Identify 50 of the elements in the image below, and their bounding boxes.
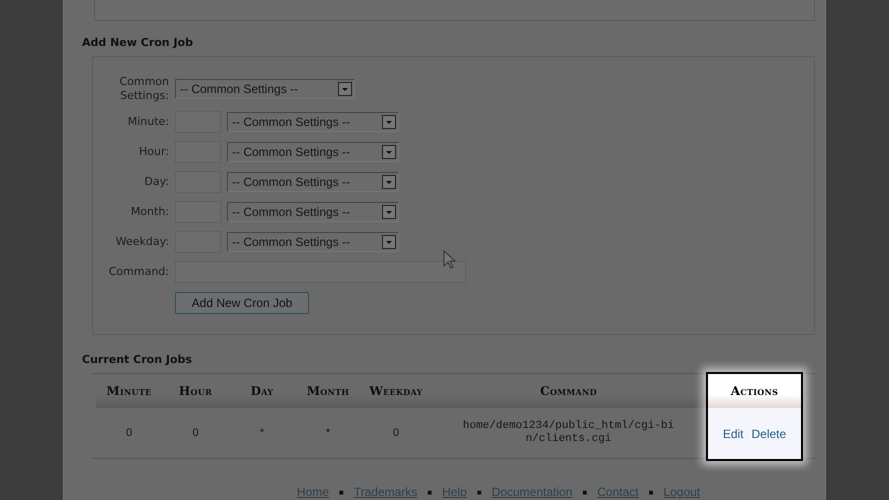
field-label: Hour: bbox=[138, 145, 169, 159]
section-heading: Add New Cron Job bbox=[82, 36, 194, 49]
column-header: Command bbox=[540, 384, 597, 398]
add-cron-job-button[interactable]: Add New Cron Job bbox=[175, 292, 309, 314]
action-link[interactable]: Delete bbox=[752, 426, 786, 440]
separator: ■ bbox=[648, 488, 654, 496]
table-cell: 0 bbox=[192, 427, 199, 439]
footer-link[interactable]: Home bbox=[296, 485, 329, 499]
separator: ■ bbox=[582, 488, 588, 496]
select-dropdown[interactable]: -- Common Settings -- bbox=[175, 79, 355, 99]
footer-link[interactable]: Logout bbox=[663, 485, 700, 499]
separator: ■ bbox=[338, 488, 344, 496]
caret-icon bbox=[382, 235, 396, 249]
footer-link[interactable]: Trademarks bbox=[354, 485, 418, 499]
column-header: Minute bbox=[106, 384, 152, 398]
column-header: Month bbox=[306, 384, 350, 398]
table-cell: * bbox=[326, 427, 330, 439]
caret-icon bbox=[382, 145, 396, 159]
select-dropdown[interactable]: -- Common Settings -- bbox=[227, 202, 399, 222]
caret-icon bbox=[382, 175, 396, 189]
table-cell: 0 bbox=[126, 427, 132, 439]
separator: ■ bbox=[476, 488, 482, 496]
caret-icon bbox=[338, 82, 352, 96]
column-header: Hour bbox=[178, 384, 212, 398]
select-dropdown[interactable]: -- Common Settings -- bbox=[227, 172, 399, 192]
field-label: Day: bbox=[143, 175, 169, 189]
cursor-icon bbox=[443, 250, 457, 270]
action-link[interactable]: Edit bbox=[722, 426, 744, 440]
column-header: Day bbox=[250, 384, 274, 398]
field-label: Minute: bbox=[126, 115, 169, 129]
field-label: Weekday: bbox=[114, 235, 169, 249]
select-dropdown[interactable]: -- Common Settings -- bbox=[227, 232, 399, 252]
footer-link[interactable]: Help bbox=[442, 485, 467, 499]
caret-icon bbox=[382, 115, 396, 129]
select-dropdown[interactable]: -- Common Settings -- bbox=[227, 142, 399, 162]
field-label: Month: bbox=[130, 205, 169, 219]
input-field[interactable] bbox=[175, 261, 466, 283]
column-header: Weekday bbox=[369, 384, 423, 398]
select-dropdown[interactable]: -- Common Settings -- bbox=[227, 112, 399, 132]
table-cell: 0 bbox=[392, 427, 400, 439]
footer-link[interactable]: Documentation bbox=[492, 485, 572, 499]
column-header: Actions bbox=[730, 384, 778, 398]
field-label: Command: bbox=[108, 265, 169, 279]
table-cell-text: home/demo1234/public_html/cgi-bin/clients.cgi bbox=[462, 420, 676, 446]
footer-link[interactable]: Contact bbox=[597, 485, 639, 499]
field-label: Common Settings: bbox=[118, 75, 169, 103]
table-cell: * bbox=[260, 427, 264, 439]
caret-icon bbox=[382, 205, 396, 219]
section-heading: Current Cron Jobs bbox=[82, 353, 193, 366]
separator: ■ bbox=[427, 488, 432, 496]
